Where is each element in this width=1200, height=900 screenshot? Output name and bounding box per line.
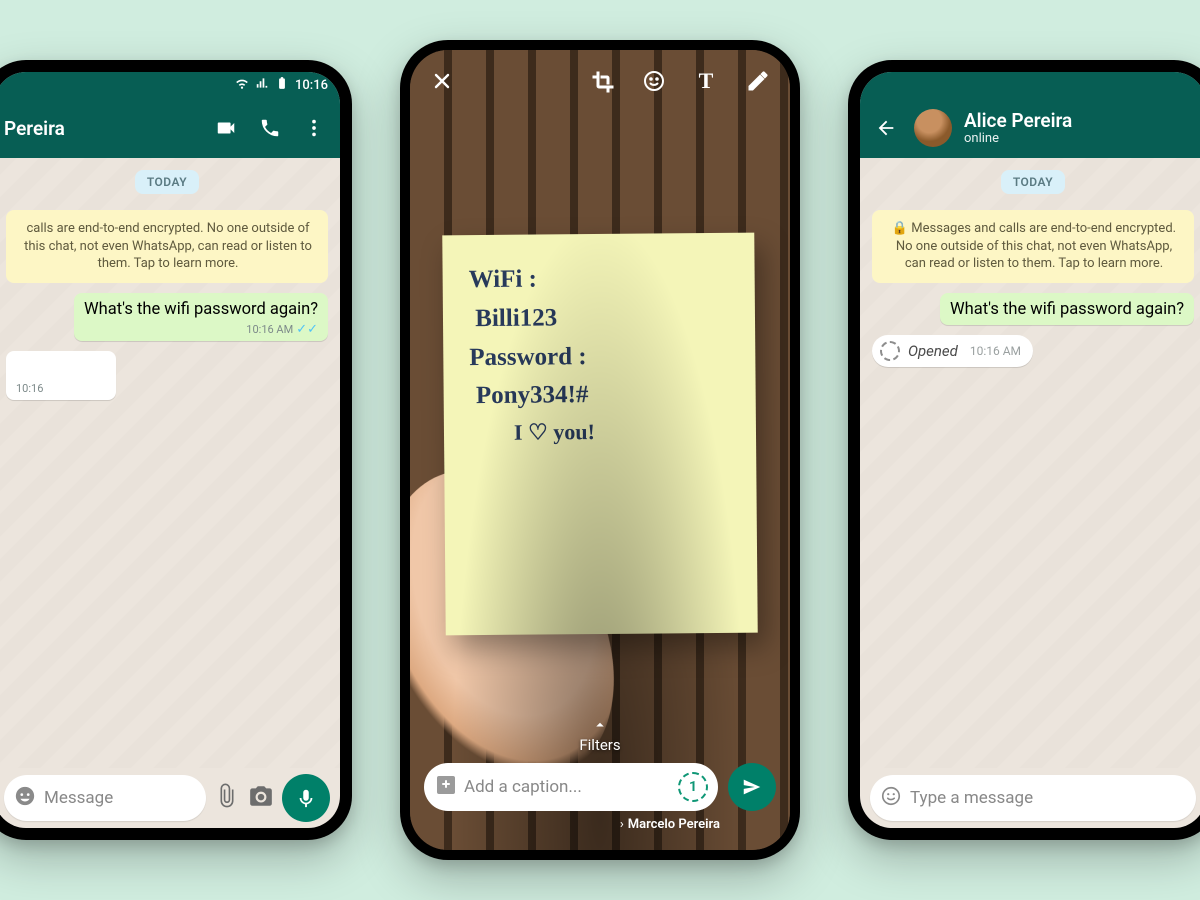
phone-right: Alice Pereira online TODAY 🔒 Messages an…	[848, 60, 1200, 840]
video-call-button[interactable]	[210, 112, 242, 144]
attach-button[interactable]	[214, 783, 240, 813]
chevron-up-icon	[591, 716, 609, 734]
message-outgoing[interactable]: What's the wifi password again? 10:16 AM…	[74, 293, 328, 342]
caption-placeholder: Add a caption...	[464, 777, 672, 797]
text-button[interactable]: T	[692, 67, 720, 95]
opened-label: Opened	[908, 342, 958, 360]
crop-button[interactable]	[588, 67, 616, 95]
input-placeholder: Type a message	[910, 788, 1186, 808]
message-text	[16, 358, 106, 379]
note-line: Billi123	[469, 298, 733, 339]
view-once-opened[interactable]: Opened 10:16 AM	[872, 335, 1033, 367]
statusbar	[860, 72, 1200, 98]
view-once-toggle[interactable]: 1	[678, 772, 708, 802]
hand-graphic	[410, 441, 644, 811]
phone-center: WiFi : Billi123 Password : Pony334!# I ♡…	[400, 40, 800, 860]
voice-call-button[interactable]	[254, 112, 286, 144]
opened-time: 10:16 AM	[970, 344, 1021, 358]
appbar-title-wrap[interactable]: Alice Pereira online	[964, 109, 1196, 146]
recipient-chip[interactable]: › Marcelo Pereira	[620, 817, 720, 832]
contact-name: Alice Pereira	[964, 109, 1196, 132]
e2e-encryption-banner[interactable]: calls are end-to-end encrypted. No one o…	[6, 210, 328, 283]
contact-presence: online	[964, 132, 1196, 146]
filters-label-text: Filters	[579, 736, 620, 754]
phone-left: 10:16 Pereira TODAY calls are end-to-end…	[0, 60, 352, 840]
image-editor-screen: WiFi : Billi123 Password : Pony334!# I ♡…	[410, 50, 790, 850]
sticky-note: WiFi : Billi123 Password : Pony334!# I ♡…	[442, 233, 757, 636]
input-placeholder: Message	[44, 788, 196, 808]
message-text: What's the wifi password again?	[84, 300, 318, 321]
message-outgoing[interactable]: What's the wifi password again?	[940, 293, 1194, 326]
wifi-icon	[235, 76, 249, 94]
thumb-graphic	[453, 422, 588, 619]
message-time: 10:16 AM	[246, 323, 293, 336]
chat-body[interactable]: TODAY calls are end-to-end encrypted. No…	[0, 158, 340, 768]
filters-toggle[interactable]: Filters	[410, 716, 790, 754]
battery-icon	[275, 76, 289, 94]
recipient-name: Marcelo Pereira	[628, 817, 720, 832]
chat-body[interactable]: TODAY 🔒 Messages and calls are end-to-en…	[860, 158, 1200, 768]
screen-left: 10:16 Pereira TODAY calls are end-to-end…	[0, 72, 340, 828]
emoji-icon[interactable]	[880, 785, 902, 812]
e2e-encryption-banner[interactable]: 🔒 Messages and calls are end-to-end encr…	[872, 210, 1194, 283]
statusbar-time: 10:16	[295, 78, 328, 93]
message-input-bar: Type a message	[860, 768, 1200, 828]
signal-icon	[255, 76, 269, 94]
contact-avatar[interactable]	[914, 109, 952, 147]
more-menu-button[interactable]	[298, 112, 330, 144]
appbar: Alice Pereira online	[860, 98, 1200, 158]
note-line	[470, 414, 734, 416]
message-input[interactable]: Message	[4, 775, 206, 821]
view-once-icon	[880, 341, 900, 361]
send-button[interactable]	[728, 763, 776, 811]
editor-toolbar: T	[410, 50, 790, 112]
appbar-title-wrap[interactable]: Pereira	[4, 117, 198, 140]
message-meta: 10:16	[16, 382, 106, 395]
note-line	[469, 336, 733, 338]
editor-bottom-bar: Add a caption... 1 › Marcelo Pereira	[424, 763, 776, 832]
message-input-bar: Message	[0, 768, 340, 828]
message-text: What's the wifi password again?	[950, 300, 1184, 321]
message-incoming[interactable]: 10:16	[6, 351, 116, 400]
message-time: 10:16	[16, 382, 43, 395]
note-line: Password :	[469, 336, 733, 377]
day-separator: TODAY	[135, 170, 199, 194]
draw-button[interactable]	[744, 67, 772, 95]
mic-button[interactable]	[282, 774, 330, 822]
chevron-right-icon: ›	[620, 817, 624, 832]
contact-name: Pereira	[4, 117, 198, 140]
note-line: I ♡ you!	[470, 414, 734, 450]
appbar: Pereira	[0, 98, 340, 158]
back-button[interactable]	[870, 112, 902, 144]
message-input[interactable]: Type a message	[870, 775, 1196, 821]
close-button[interactable]	[428, 67, 456, 95]
day-separator: TODAY	[1001, 170, 1065, 194]
screen-right: Alice Pereira online TODAY 🔒 Messages an…	[860, 72, 1200, 828]
note-line: WiFi :	[469, 259, 733, 300]
statusbar: 10:16	[0, 72, 340, 98]
emoji-icon[interactable]	[14, 785, 36, 812]
note-line: Pony334!#	[470, 375, 734, 416]
sticker-button[interactable]	[640, 67, 668, 95]
camera-button[interactable]	[248, 783, 274, 813]
caption-input[interactable]: Add a caption... 1	[424, 763, 718, 811]
add-photo-icon[interactable]	[434, 773, 458, 802]
message-meta: 10:16 AM ✓✓	[84, 323, 318, 336]
